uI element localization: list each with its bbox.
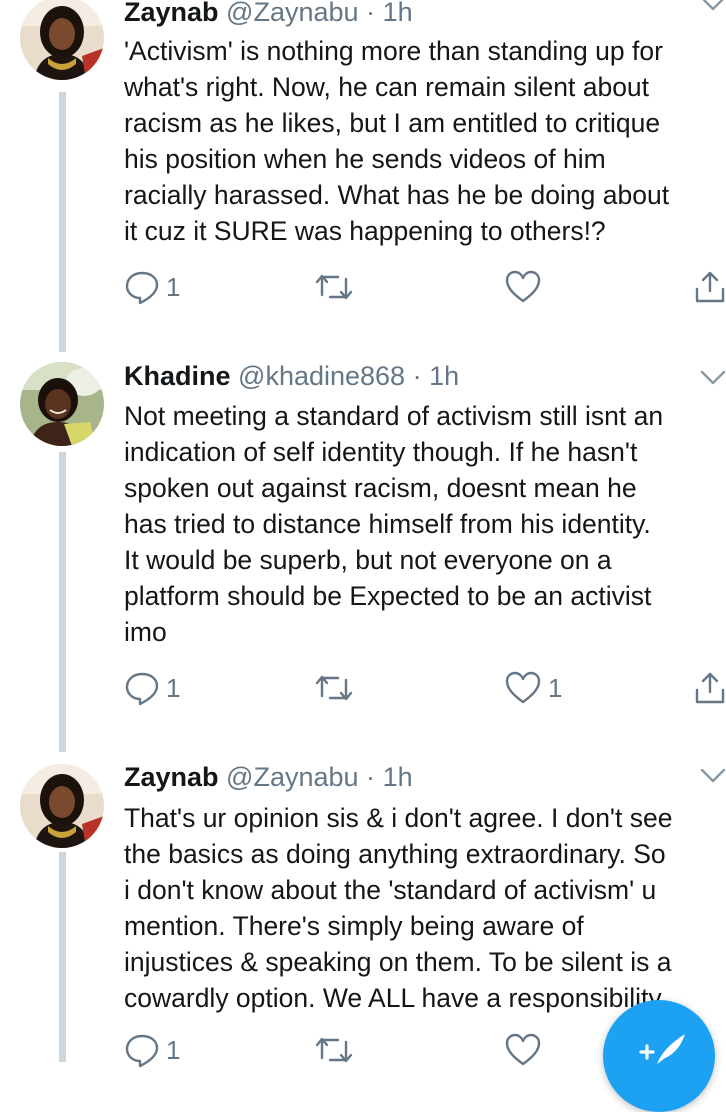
tweet-text: Not meeting a standard of activism still…	[124, 401, 664, 647]
retweet-button[interactable]	[314, 668, 360, 708]
timestamp[interactable]: 1h	[383, 0, 413, 27]
like-button[interactable]	[504, 267, 548, 307]
tweet-header: Zaynab @Zaynabu · 1h	[124, 761, 413, 793]
user-handle[interactable]: @khadine868	[238, 361, 405, 391]
tweet[interactable]: Zaynab @Zaynabu · 1h That's ur opinion s…	[0, 760, 726, 1068]
tweet[interactable]: Zaynab @Zaynabu · 1h 'Activism' is nothi…	[0, 0, 726, 340]
compose-tweet-button[interactable]	[603, 1000, 715, 1112]
compose-tweet-icon	[633, 1028, 689, 1073]
share-button[interactable]	[694, 267, 726, 307]
like-count: 1	[548, 672, 563, 703]
heart-icon	[504, 670, 542, 706]
tweet-actions: 1	[124, 267, 726, 307]
display-name[interactable]: Zaynab	[124, 762, 219, 792]
chevron-down-icon[interactable]	[700, 368, 726, 388]
retweet-button[interactable]	[314, 1030, 360, 1070]
reply-button[interactable]: 1	[124, 1030, 180, 1070]
heart-icon	[504, 1032, 542, 1068]
like-button[interactable]: 1	[504, 668, 562, 708]
tweet-header: Zaynab @Zaynabu · 1h	[124, 0, 413, 28]
like-button[interactable]	[504, 1030, 548, 1070]
separator-dot: ·	[412, 361, 422, 391]
display-name[interactable]: Zaynab	[124, 0, 219, 27]
tweet[interactable]: Khadine @khadine868 · 1h Not meeting a s…	[0, 360, 726, 740]
tweet-text: 'Activism' is nothing more than standing…	[124, 36, 670, 246]
retweet-icon	[314, 269, 354, 305]
reply-button[interactable]: 1	[124, 668, 180, 708]
reply-icon	[124, 269, 160, 305]
avatar[interactable]	[20, 764, 104, 848]
timestamp[interactable]: 1h	[383, 762, 413, 792]
user-handle[interactable]: @Zaynabu	[226, 0, 358, 27]
reply-icon	[124, 1032, 160, 1068]
share-icon	[694, 670, 726, 706]
tweet-actions: 1 1	[124, 668, 726, 708]
reply-count: 1	[166, 672, 181, 703]
avatar[interactable]	[20, 0, 104, 80]
user-handle[interactable]: @Zaynabu	[226, 762, 358, 792]
tweet-header: Khadine @khadine868 · 1h	[124, 360, 459, 392]
reply-icon	[124, 670, 160, 706]
timestamp[interactable]: 1h	[429, 361, 459, 391]
reply-count: 1	[166, 271, 181, 302]
display-name[interactable]: Khadine	[124, 361, 231, 391]
tweet-text: That's ur opinion sis & i don't agree. I…	[124, 803, 673, 1013]
retweet-icon	[314, 1032, 354, 1068]
chevron-down-icon[interactable]	[700, 0, 726, 14]
retweet-button[interactable]	[314, 267, 360, 307]
retweet-icon	[314, 670, 354, 706]
separator-dot: ·	[366, 0, 376, 27]
reply-button[interactable]: 1	[124, 267, 180, 307]
avatar[interactable]	[20, 362, 104, 446]
heart-icon	[504, 269, 542, 305]
reply-count: 1	[166, 1034, 181, 1065]
share-icon	[694, 269, 726, 305]
share-button[interactable]	[694, 668, 726, 708]
separator-dot: ·	[366, 762, 376, 792]
chevron-down-icon[interactable]	[700, 766, 726, 786]
